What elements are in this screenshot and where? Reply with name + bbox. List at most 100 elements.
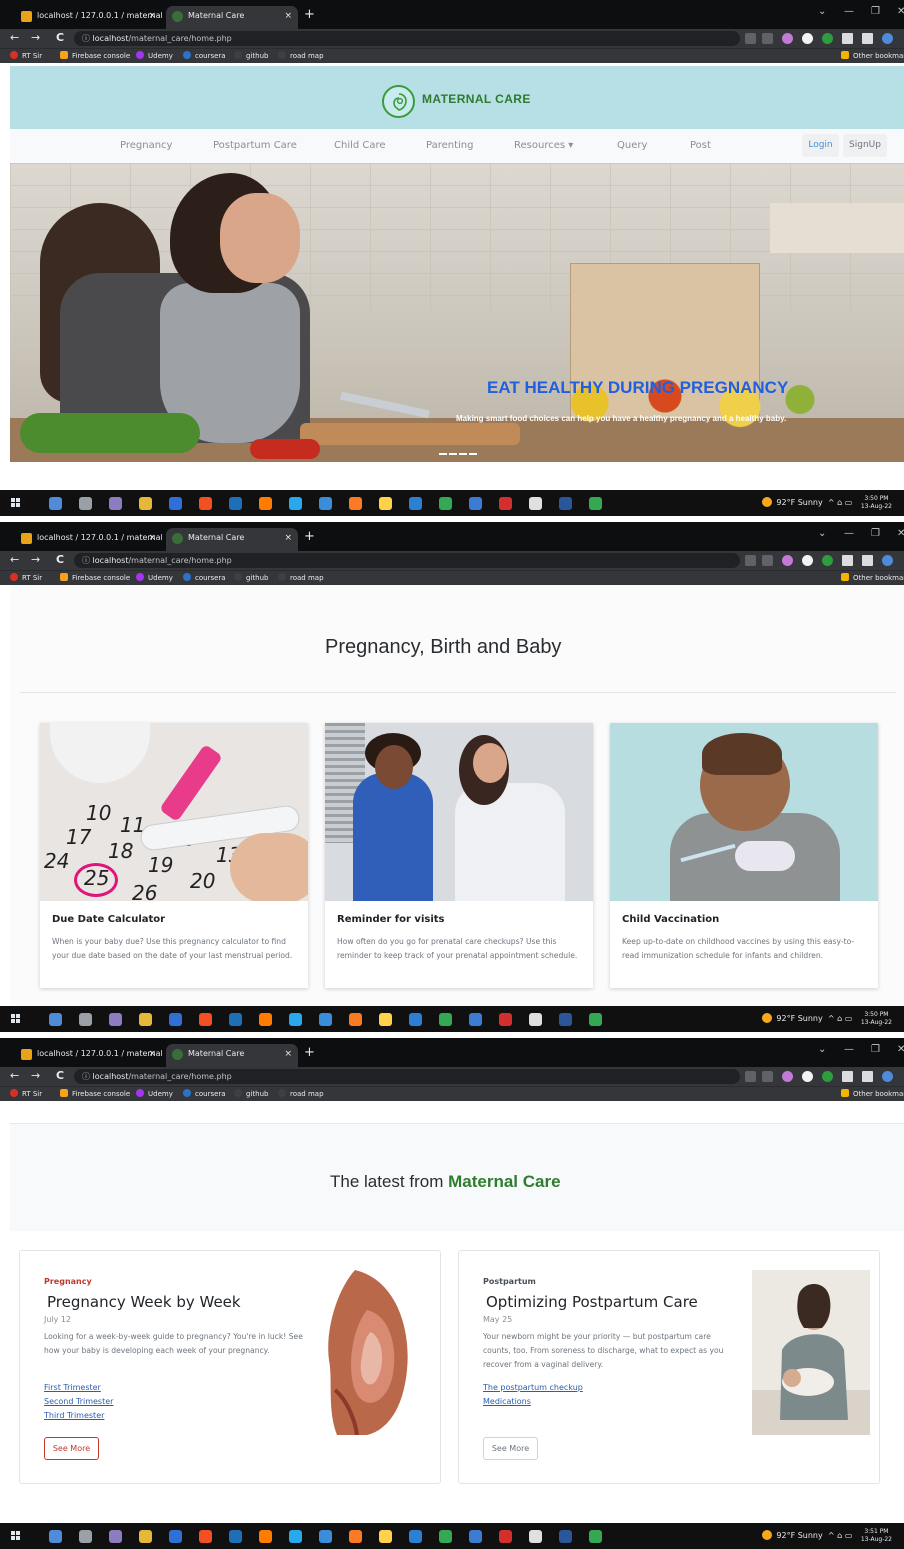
- weather-sun-icon[interactable]: [762, 497, 773, 507]
- windows-start-icon[interactable]: [11, 498, 21, 508]
- settings-icon[interactable]: [79, 1013, 92, 1026]
- forward-button[interactable]: →: [31, 553, 40, 567]
- nav-child-care[interactable]: Child Care: [334, 140, 386, 151]
- card-reminder-for-visits[interactable]: Reminder for visits How often do you go …: [325, 723, 593, 988]
- bookmark-road-map[interactable]: road map: [278, 51, 324, 62]
- bookmark-udemy[interactable]: Udemy: [136, 51, 173, 62]
- notepad-icon[interactable]: [349, 1013, 362, 1026]
- files-icon[interactable]: [439, 1013, 452, 1026]
- maximize-button[interactable]: ❐: [871, 528, 880, 539]
- new-tab-button[interactable]: +: [304, 529, 315, 545]
- nav-pregnancy[interactable]: Pregnancy: [120, 140, 172, 151]
- vscode-icon[interactable]: [379, 1013, 392, 1026]
- extension-code-icon[interactable]: [782, 1071, 793, 1082]
- bookmark-rt-sir[interactable]: RT Sir: [10, 573, 42, 584]
- microsoft-store-icon[interactable]: [199, 497, 212, 510]
- see-more-button[interactable]: See More: [44, 1437, 99, 1460]
- weather-sun-icon[interactable]: [762, 1530, 773, 1540]
- nav-query[interactable]: Query: [617, 140, 647, 151]
- weather-text[interactable]: 92°F Sunny: [776, 498, 822, 507]
- paint-icon[interactable]: [139, 497, 152, 510]
- tab-close-icon[interactable]: ×: [148, 1044, 156, 1064]
- paint-icon[interactable]: [139, 1013, 152, 1026]
- files-icon[interactable]: [439, 497, 452, 510]
- illustrator-icon[interactable]: [259, 1530, 272, 1543]
- extension-code-icon[interactable]: [782, 33, 793, 44]
- link-medications[interactable]: Medications: [483, 1397, 531, 1406]
- telegram-icon[interactable]: [289, 497, 302, 510]
- tab-close-icon[interactable]: ×: [284, 528, 292, 548]
- tab-search-icon[interactable]: ⌄: [818, 528, 826, 539]
- puzzle-icon[interactable]: [842, 555, 853, 566]
- star-icon[interactable]: [762, 1071, 773, 1082]
- tab-search-icon[interactable]: ⌄: [818, 1044, 826, 1055]
- chrome-icon[interactable]: [169, 1530, 182, 1543]
- xampp-icon[interactable]: [319, 1013, 332, 1026]
- maternal-care-logo-icon[interactable]: [382, 85, 415, 118]
- acrobat-icon[interactable]: [469, 1530, 482, 1543]
- vscode-blue-icon[interactable]: [229, 1530, 242, 1543]
- clock[interactable]: 3:51 PM 13-Aug-22: [861, 1528, 892, 1544]
- telegram-icon[interactable]: [289, 1530, 302, 1543]
- carousel-indicator[interactable]: [449, 453, 457, 455]
- address-bar[interactable]: ⓘ localhost/maternal_care/home.php: [74, 1069, 740, 1084]
- card-title[interactable]: Child Vaccination: [622, 914, 719, 925]
- bookmark-rt-sir[interactable]: RT Sir: [10, 1089, 42, 1100]
- bookmark-coursera[interactable]: coursera: [183, 51, 226, 62]
- puzzle-icon[interactable]: [842, 1071, 853, 1082]
- vscode-blue-icon[interactable]: [229, 497, 242, 510]
- clock[interactable]: 3:50 PM 13-Aug-22: [861, 495, 892, 511]
- bookmark-road-map[interactable]: road map: [278, 573, 324, 584]
- star-icon[interactable]: [762, 33, 773, 44]
- tree-extension-icon[interactable]: [822, 555, 833, 566]
- profile-extension-icon[interactable]: [802, 555, 813, 566]
- sidepanel-icon[interactable]: [862, 1071, 873, 1082]
- vscode-blue-icon[interactable]: [229, 1013, 242, 1026]
- minimize-button[interactable]: —: [844, 6, 854, 17]
- snip-icon[interactable]: [109, 1013, 122, 1026]
- bookmark-udemy[interactable]: Udemy: [136, 573, 173, 584]
- chrome-icon[interactable]: [169, 1013, 182, 1026]
- reload-button[interactable]: C: [56, 31, 64, 45]
- avatar[interactable]: [882, 33, 893, 44]
- new-tab-button[interactable]: +: [304, 1045, 315, 1061]
- forward-button[interactable]: →: [31, 1069, 40, 1083]
- card-due-date-calculator[interactable]: 10 11 12 13 14 17 18 19 20 24 25 26 Due …: [40, 723, 308, 988]
- card-child-vaccination[interactable]: Child Vaccination Keep up-to-date on chi…: [610, 723, 878, 988]
- illustrator-icon[interactable]: [259, 497, 272, 510]
- xampp-icon[interactable]: [319, 1530, 332, 1543]
- bookmark-firebase[interactable]: Firebase console: [60, 1089, 130, 1100]
- bookmark-road-map[interactable]: road map: [278, 1089, 324, 1100]
- tab-close-icon[interactable]: ×: [284, 6, 292, 26]
- snip-icon[interactable]: [109, 497, 122, 510]
- chrome-4-icon[interactable]: [589, 497, 602, 510]
- tab-phpmyadmin[interactable]: localhost / 127.0.0.1 / maternal_c ×: [15, 1044, 162, 1067]
- xampp-icon[interactable]: [319, 497, 332, 510]
- tree-extension-icon[interactable]: [822, 33, 833, 44]
- tab-close-icon[interactable]: ×: [148, 6, 156, 26]
- windows-start-icon[interactable]: [11, 1014, 21, 1024]
- tab-maternal-care[interactable]: Maternal Care ×: [166, 1044, 298, 1067]
- chrome-2-icon[interactable]: [409, 1530, 422, 1543]
- acrobat-icon[interactable]: [469, 1013, 482, 1026]
- chrome-3-icon[interactable]: [559, 1013, 572, 1026]
- clock[interactable]: 3:50 PM 13-Aug-22: [861, 1011, 892, 1027]
- tree-extension-icon[interactable]: [822, 1071, 833, 1082]
- weather-text[interactable]: 92°F Sunny: [776, 1531, 822, 1540]
- illustrator-icon[interactable]: [259, 1013, 272, 1026]
- post-title[interactable]: Pregnancy Week by Week: [47, 1293, 241, 1311]
- carousel-indicator[interactable]: [439, 453, 447, 455]
- bookmark-coursera[interactable]: coursera: [183, 573, 226, 584]
- reload-button[interactable]: C: [56, 553, 64, 567]
- login-button[interactable]: Login: [802, 134, 839, 157]
- chrome-3-icon[interactable]: [559, 497, 572, 510]
- brand-name[interactable]: MATERNAL CARE: [422, 92, 531, 106]
- carousel-indicators[interactable]: [439, 453, 479, 456]
- profile-extension-icon[interactable]: [802, 1071, 813, 1082]
- word-icon[interactable]: [529, 1013, 542, 1026]
- link-postpartum-checkup[interactable]: The postpartum checkup: [483, 1383, 583, 1392]
- avatar[interactable]: [882, 555, 893, 566]
- back-button[interactable]: ←: [10, 553, 19, 567]
- minimize-button[interactable]: —: [844, 528, 854, 539]
- bookmark-github[interactable]: github: [234, 573, 268, 584]
